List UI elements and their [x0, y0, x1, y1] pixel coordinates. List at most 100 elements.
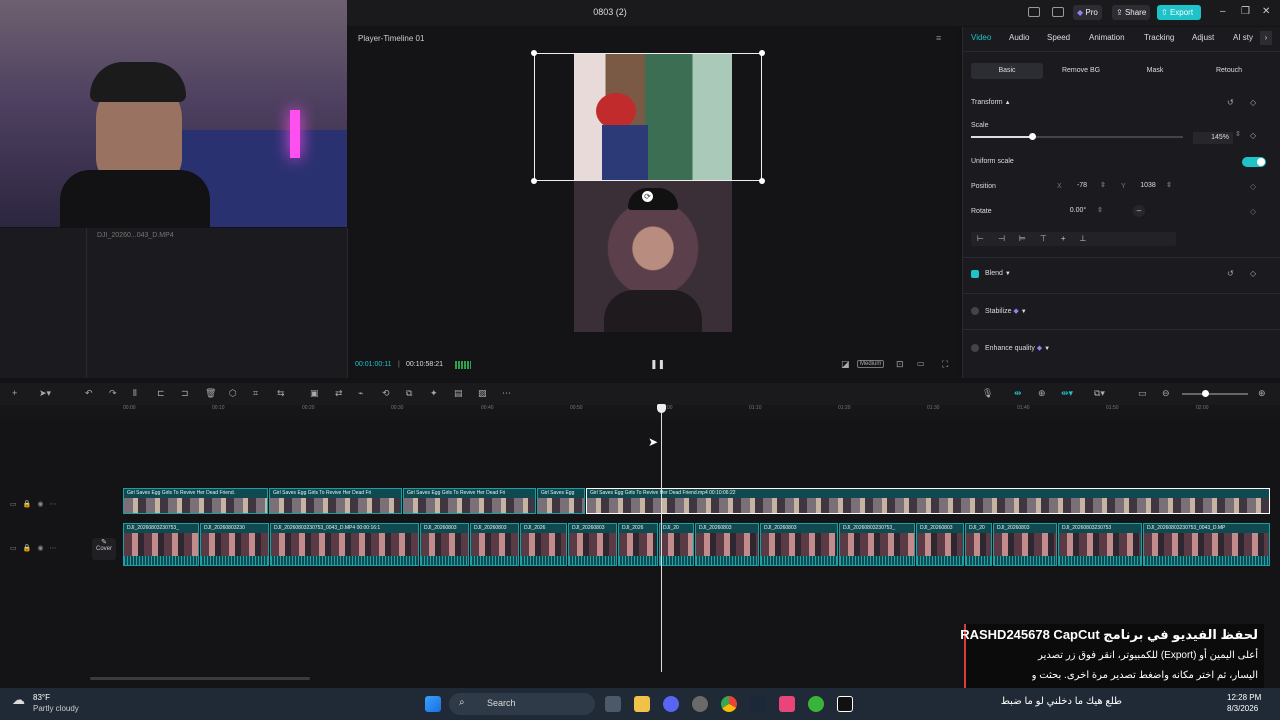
anime-clip[interactable]: Girl Saves Egg Girls To Revive Her Dead … [403, 488, 536, 514]
scale-slider[interactable] [971, 133, 1183, 140]
zoom-slider[interactable] [1182, 390, 1248, 397]
align-icons[interactable]: ⊢⊣⊨⊤+⊥ [977, 234, 1101, 243]
undo-icon[interactable]: ↶ [85, 388, 93, 399]
discord-icon[interactable] [663, 696, 679, 712]
rotate-tool-icon[interactable]: ⟲ [382, 388, 390, 399]
chrome-icon[interactable] [721, 696, 737, 712]
whatsapp-icon[interactable] [808, 696, 824, 712]
clock-time[interactable]: 12:28 PM [1227, 693, 1261, 702]
reset-icon[interactable]: ↺ [1227, 98, 1234, 107]
uniform-scale-toggle[interactable] [1242, 157, 1266, 167]
rotate-dial-icon[interactable]: – [1133, 205, 1145, 217]
track-view-icon[interactable]: ⧉▾ [1094, 388, 1105, 399]
magnet-icon[interactable]: ⇹ [1014, 388, 1022, 399]
ratio-icon[interactable]: ◪ [841, 359, 850, 370]
timeline-scrollbar[interactable] [90, 677, 310, 680]
more-tools-icon[interactable]: ⋯ [502, 388, 511, 399]
blend-reset-icon[interactable]: ↺ [1227, 269, 1234, 278]
webcam-clip[interactable]: DJI_2026 [618, 523, 658, 566]
rotate-handle-icon[interactable]: ⟳ [642, 191, 653, 202]
subtab-remove-bg[interactable]: Remove BG [1045, 63, 1117, 79]
timeline-ruler[interactable] [0, 405, 1280, 419]
tab-speed[interactable]: Speed [1047, 33, 1070, 42]
resize-handle-bl[interactable] [531, 178, 537, 184]
position-keyframe-icon[interactable]: ◇ [1250, 182, 1256, 191]
webcam-clip[interactable]: DJI_20260803230 [200, 523, 269, 566]
tab-adjust[interactable]: Adjust [1192, 33, 1214, 42]
webcam-clip[interactable]: DJI_20260803230753_ [123, 523, 199, 566]
panel-icon[interactable] [1052, 7, 1064, 17]
playhead-handle[interactable] [657, 404, 666, 413]
caption-icon[interactable]: ▤ [454, 388, 463, 399]
transform-selection-box[interactable] [534, 53, 762, 181]
scale-keyframe-icon[interactable]: ◇ [1250, 131, 1256, 140]
subtab-mask[interactable]: Mask [1119, 63, 1191, 79]
stabilize-checkbox[interactable] [971, 307, 979, 315]
weather-desc[interactable]: Partly cloudy [33, 704, 79, 713]
pos-y-stepper-icon[interactable]: ⇳ [1166, 181, 1172, 189]
tabs-next-icon[interactable]: › [1260, 31, 1272, 45]
delete-icon[interactable]: 🗑 [205, 388, 216, 399]
split-left-icon[interactable]: ⊏ [157, 388, 165, 399]
enhance-checkbox[interactable] [971, 344, 979, 352]
split-icon[interactable]: ⫴ [133, 388, 137, 399]
share-button[interactable]: ⇪ Share [1112, 5, 1151, 20]
pos-x-value[interactable]: -78 [1066, 180, 1098, 192]
tab-audio[interactable]: Audio [1009, 33, 1029, 42]
weather-icon[interactable]: ☁ [12, 692, 25, 708]
subtab-retouch[interactable]: Retouch [1193, 63, 1265, 79]
rotate-keyframe-icon[interactable]: ◇ [1250, 207, 1256, 216]
scale-stepper-icon[interactable]: ⇳ [1235, 130, 1241, 138]
speed-icon[interactable]: ⌁ [358, 388, 363, 399]
preview-axis-icon[interactable]: ⇹▾ [1061, 388, 1073, 399]
webcam-clip[interactable]: DJI_20260803 [568, 523, 617, 566]
pause-button[interactable]: ❚❚ [650, 359, 665, 370]
playhead[interactable] [661, 405, 662, 672]
export-button[interactable]: ⇧ Export [1157, 5, 1201, 20]
anime-clip[interactable]: Girl Saves Egg Girls To Revive Her Dead … [123, 488, 268, 514]
magic-icon[interactable]: ✦ [430, 388, 438, 399]
zoom-slider-knob[interactable] [1202, 390, 1209, 397]
pro-badge[interactable]: ◆ Pro [1073, 5, 1102, 20]
steam-icon[interactable] [750, 696, 766, 712]
add-icon[interactable]: + [12, 388, 17, 398]
webcam-clip[interactable]: DJI_20260803 [695, 523, 759, 566]
fullscreen-icon[interactable]: ⛶ [942, 359, 948, 370]
tab-animation[interactable]: Animation [1089, 33, 1125, 42]
keyframe-icon[interactable]: ◇ [1250, 98, 1256, 107]
webcam-clip[interactable]: DJI_20260803 [760, 523, 838, 566]
tiktok-icon[interactable] [779, 696, 795, 712]
tab-video[interactable]: Video [971, 33, 991, 42]
quality-button[interactable]: Medium [857, 360, 885, 368]
blend-checkbox[interactable] [971, 270, 979, 278]
anime-clip-selected[interactable]: Girl Saves Egg Girls To Revive Her Dead … [586, 488, 1270, 514]
tab-ai-style[interactable]: AI sty [1233, 33, 1259, 42]
marker-icon[interactable]: ⬡ [229, 388, 237, 399]
app-icon[interactable] [692, 696, 708, 712]
start-icon[interactable] [425, 696, 441, 712]
media-filename[interactable]: DJI_20260...043_D.MP4 [97, 232, 174, 239]
reverse-icon[interactable]: ⇄ [335, 388, 343, 399]
resize-handle-tr[interactable] [759, 50, 765, 56]
subtab-basic[interactable]: Basic [971, 63, 1043, 79]
crop-fit-icon[interactable]: ⊡ [896, 359, 904, 370]
freeze-icon[interactable]: ▣ [310, 388, 319, 399]
stabilize-heading[interactable]: Stabilize ◆ ▼ [985, 307, 1027, 315]
caption-track-icon[interactable]: ▭ [1138, 388, 1147, 399]
pos-y-value[interactable]: 1038 [1130, 180, 1166, 192]
webcam-clip[interactable]: DJI_20260803 [993, 523, 1057, 566]
select-tool-icon[interactable]: ➤▾ [39, 388, 51, 399]
link-icon[interactable]: ⊕ [1038, 388, 1046, 399]
webcam-clip[interactable]: DJI_20260803 [470, 523, 519, 566]
image-icon[interactable]: ▨ [478, 388, 487, 399]
webcam-clip[interactable]: DJI_20260803 [420, 523, 469, 566]
layout-icon[interactable] [1028, 7, 1040, 17]
crop-icon[interactable]: ⌗ [253, 388, 258, 399]
safe-area-icon[interactable]: ▭ [917, 359, 925, 368]
scale-slider-knob[interactable] [1029, 133, 1037, 140]
player-menu-icon[interactable]: ≡ [936, 33, 941, 43]
transition-icon[interactable]: ⧉ [406, 388, 412, 399]
clock-date[interactable]: 8/3/2026 [1227, 704, 1258, 713]
microphone-icon[interactable]: 🎙 [982, 388, 993, 399]
weather-temp[interactable]: 83°F [33, 693, 50, 702]
